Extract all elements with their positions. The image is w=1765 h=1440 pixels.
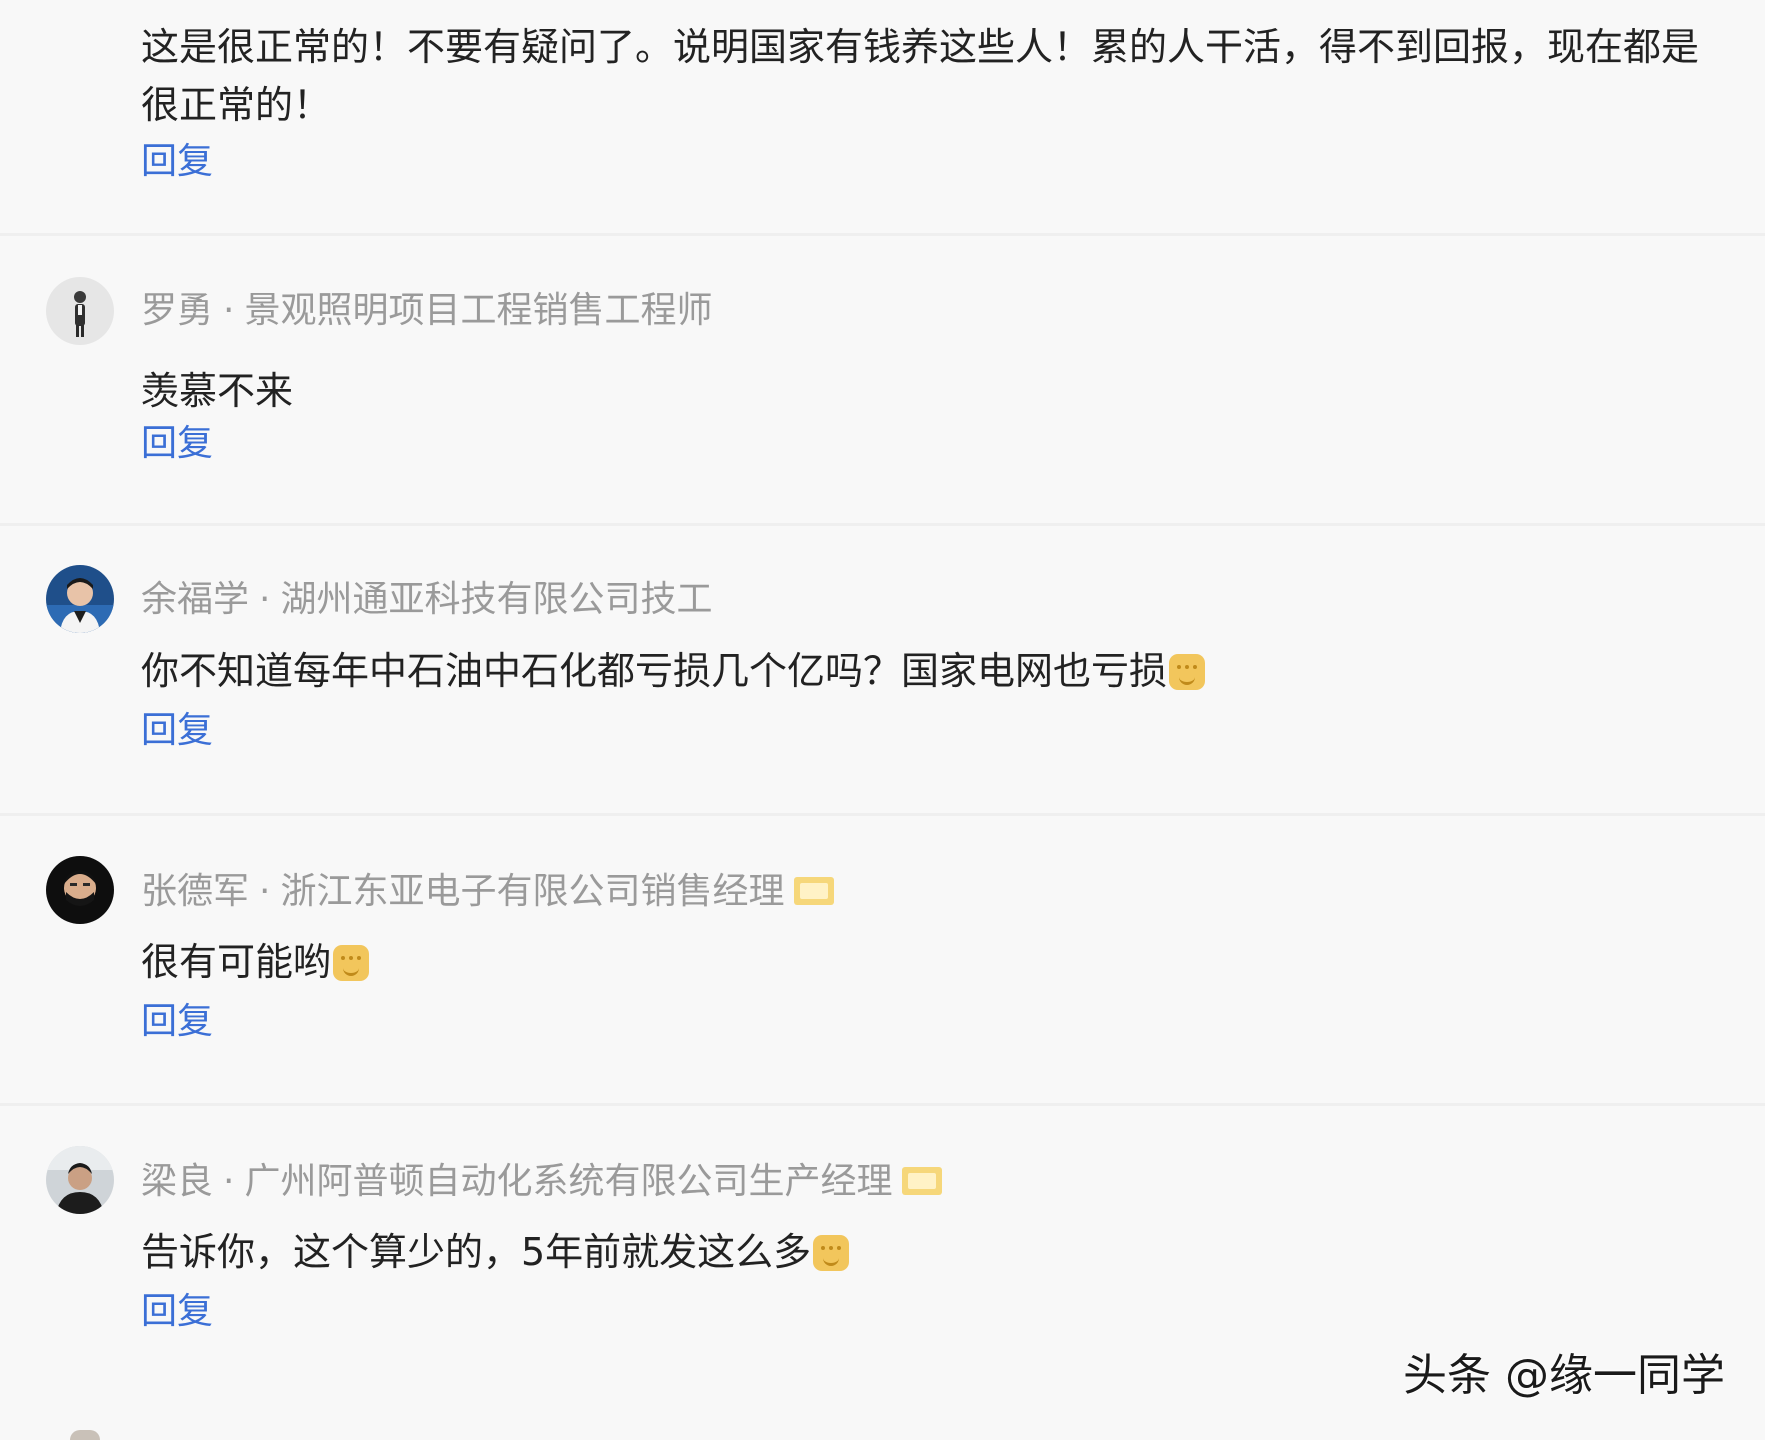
author-name[interactable]: 罗勇 xyxy=(141,290,213,331)
avatar[interactable] xyxy=(46,1146,114,1214)
laughing-emoji-icon xyxy=(1169,654,1206,690)
comment-item: 这是很正常的！不要有疑问了。说明国家有钱养这些人！累的人干活，得不到回报，现在都… xyxy=(0,0,1765,236)
reply-link[interactable]: 回复 xyxy=(141,1290,213,1334)
comment-text: 羡慕不来 xyxy=(141,369,294,413)
comment-text: 告诉你，这个算少的，5年前就发这么多 xyxy=(141,1223,1735,1281)
reply-link[interactable]: 回复 xyxy=(141,422,213,466)
comment-text-body: 很有可能哟 xyxy=(141,940,332,984)
avatar[interactable] xyxy=(70,1430,100,1440)
man-portrait-icon xyxy=(46,1146,114,1214)
author-name[interactable]: 梁良 xyxy=(141,1161,213,1202)
comment-text: 你不知道每年中石油中石化都亏损几个亿吗？国家电网也亏损 xyxy=(141,642,1735,700)
author-name[interactable]: 余福学 xyxy=(141,579,249,620)
avatar[interactable] xyxy=(46,565,114,633)
author-title: 广州阿普顿自动化系统有限公司生产经理 xyxy=(244,1161,893,1202)
avatar[interactable] xyxy=(46,856,114,924)
person-standing-icon xyxy=(46,277,114,345)
comment-text: 很有可能哟 xyxy=(141,933,1735,991)
separator: · xyxy=(223,1161,235,1202)
comment-meta: 罗勇 · 景观照明项目工程销售工程师 xyxy=(141,289,712,333)
comment-item: 张德军 · 浙江东亚电子有限公司销售经理 很有可能哟 回复 xyxy=(0,816,1765,1106)
author-name[interactable]: 张德军 xyxy=(141,871,249,912)
reply-link[interactable]: 回复 xyxy=(141,1000,213,1044)
separator: · xyxy=(223,290,235,331)
separator: · xyxy=(259,579,271,620)
laughing-emoji-icon xyxy=(813,1235,850,1271)
author-title: 景观照明项目工程销售工程师 xyxy=(244,290,713,331)
comment-list: 这是很正常的！不要有疑问了。说明国家有钱养这些人！累的人干活，得不到回报，现在都… xyxy=(0,0,1765,1440)
comment-text-body: 你不知道每年中石油中石化都亏损几个亿吗？国家电网也亏损 xyxy=(141,649,1168,693)
comment-item: 余福学 · 湖州通亚科技有限公司技工 你不知道每年中石油中石化都亏损几个亿吗？国家电… xyxy=(0,526,1765,816)
comment-text-body: 告诉你，这个算少的，5年前就发这么多 xyxy=(141,1230,812,1274)
verified-badge-icon xyxy=(794,877,835,905)
man-portrait-icon xyxy=(46,565,114,633)
author-title: 浙江东亚电子有限公司销售经理 xyxy=(280,871,785,912)
avatar[interactable] xyxy=(46,277,114,345)
reply-link[interactable]: 回复 xyxy=(141,140,213,184)
laughing-emoji-icon xyxy=(333,945,370,981)
comment-meta: 张德军 · 浙江东亚电子有限公司销售经理 xyxy=(141,870,835,914)
verified-badge-icon xyxy=(902,1167,943,1195)
reply-link[interactable]: 回复 xyxy=(141,709,213,753)
masked-man-portrait-icon xyxy=(46,856,114,924)
watermark: 头条 @缘一同学 xyxy=(1403,1350,1725,1401)
comment-text: 这是很正常的！不要有疑问了。说明国家有钱养这些人！累的人干活，得不到回报，现在都… xyxy=(141,25,1700,127)
separator: · xyxy=(259,871,271,912)
comment-meta: 余福学 · 湖州通亚科技有限公司技工 xyxy=(141,578,712,622)
comment-item: 罗勇 · 景观照明项目工程销售工程师 羡慕不来 回复 xyxy=(0,236,1765,526)
author-title: 湖州通亚科技有限公司技工 xyxy=(280,579,713,620)
comment-meta: 梁良 · 广州阿普顿自动化系统有限公司生产经理 xyxy=(141,1160,943,1204)
